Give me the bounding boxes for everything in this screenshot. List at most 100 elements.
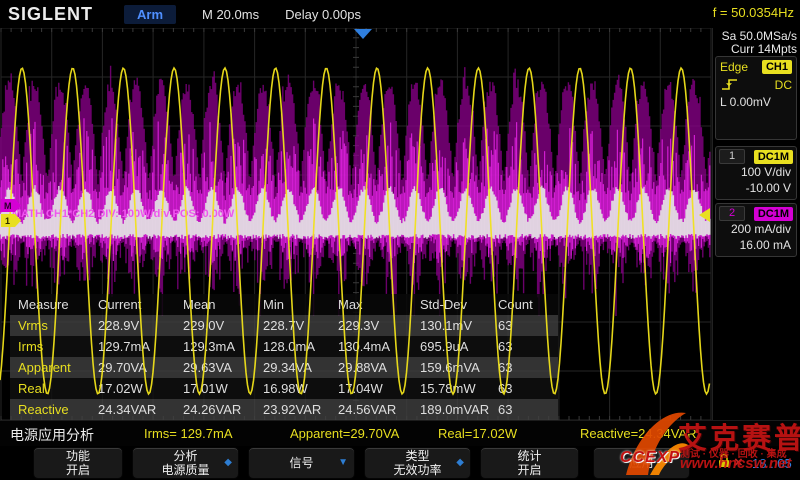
measure-value-cell: 130.1mV bbox=[412, 315, 490, 336]
measure-value-cell: 129.7mA bbox=[90, 336, 175, 357]
measure-value-cell: 228.7V bbox=[255, 315, 330, 336]
measure-value-cell: 129.3mA bbox=[175, 336, 255, 357]
status-bar: 电源应用分析 Irms= 129.7mA Apparent=29.70VA Real… bbox=[0, 420, 800, 447]
softkey-label: 类型 bbox=[405, 449, 429, 463]
table-row: Reactive24.34VAR24.26VAR23.92VAR24.56VAR… bbox=[10, 399, 558, 420]
channel-2-panel[interactable]: 2 DC1M200 mA/div16.00 mA bbox=[715, 203, 797, 257]
oscilloscope-screen: SIGLENT Arm M 20.0ms Delay 0.00ps f = 50… bbox=[0, 0, 800, 480]
measure-value-cell: 16.98W bbox=[255, 378, 330, 399]
measure-value-cell: 63 bbox=[490, 336, 558, 357]
table-row: Irms129.7mA129.3mA128.0mA130.4mA695.9uA6… bbox=[10, 336, 558, 357]
measure-value-cell: 130.4mA bbox=[330, 336, 412, 357]
table-row: MeasureCurrentMeanMinMaxStd-DevCount bbox=[10, 294, 558, 315]
acquisition-info: Sa 50.0MSa/s Curr 14Mpts bbox=[713, 30, 799, 56]
measure-name-cell: Irms bbox=[10, 336, 90, 357]
measure-value-cell: 189.0mVAR bbox=[412, 399, 490, 420]
measure-value-cell: 63 bbox=[490, 315, 558, 336]
trigger-frequency-readout: f = 50.0354Hz bbox=[713, 5, 794, 20]
softkey-button-6[interactable]: 应用 bbox=[593, 447, 690, 479]
measure-value-cell: 128.0mA bbox=[255, 336, 330, 357]
channel-offset: -10.00 V bbox=[716, 180, 796, 196]
measure-value-cell: 63 bbox=[490, 378, 558, 399]
measure-value-cell: 15.78mW bbox=[412, 378, 490, 399]
status-measurement: Apparent=29.70VA bbox=[290, 426, 399, 441]
coupling-badge[interactable]: DC1M bbox=[754, 207, 793, 221]
measure-value-cell: 17.04W bbox=[330, 378, 412, 399]
status-measurement: Irms= 129.7mA bbox=[144, 426, 233, 441]
softkey-button-3[interactable]: 信号 ▼ bbox=[248, 447, 355, 479]
measure-name-cell: Real bbox=[10, 378, 90, 399]
clock: 18 : 05 bbox=[752, 456, 792, 471]
measure-value-cell: 63 bbox=[490, 399, 558, 420]
status-measurement: Real=17.02W bbox=[438, 426, 517, 441]
softkey-label: 功能 bbox=[66, 449, 90, 463]
measurement-table: MeasureCurrentMeanMinMaxStd-DevCountVrms… bbox=[10, 294, 558, 420]
channel-1-panel[interactable]: 1DC1M100 V/div-10.00 V bbox=[715, 146, 797, 200]
selector-diamond-icon: ◆ bbox=[456, 456, 464, 470]
softkey-button-1[interactable]: 功能开启 bbox=[33, 447, 123, 479]
timebase-readout[interactable]: M 20.0ms bbox=[202, 7, 259, 22]
measure-value-cell: 29.88VA bbox=[330, 357, 412, 378]
softkey-button-4[interactable]: 类型无效功率◆ bbox=[364, 447, 471, 479]
softkey-label: 分析 bbox=[173, 449, 197, 463]
table-header-cell: Count bbox=[490, 294, 558, 315]
measure-name-cell: Vrms bbox=[10, 315, 90, 336]
softkey-label: 信号 bbox=[289, 456, 313, 470]
measure-value-cell: 229.0V bbox=[175, 315, 255, 336]
channel-number: 2 bbox=[719, 206, 745, 221]
app-title: 电源应用分析 bbox=[10, 425, 94, 445]
channel-number: 1 bbox=[719, 149, 745, 164]
table-header-cell: Std-Dev bbox=[412, 294, 490, 315]
measure-value-cell: 17.01W bbox=[175, 378, 255, 399]
softkey-menu-bar: 功能开启分析电源质量◆信号▼类型无效功率◆统计开启应用 bbox=[0, 446, 800, 480]
rising-edge-icon bbox=[720, 77, 740, 92]
measure-value-cell: 229.3V bbox=[330, 315, 412, 336]
table-header-cell: Measure bbox=[10, 294, 90, 315]
chevron-down-icon: ▼ bbox=[338, 456, 348, 470]
softkey-sublabel: 开启 bbox=[66, 463, 90, 477]
usb-disconnected-icon: × bbox=[734, 454, 743, 471]
measure-value-cell: 228.9V bbox=[90, 315, 175, 336]
brand-logo: SIGLENT bbox=[8, 4, 118, 25]
measure-value-cell: 29.70VA bbox=[90, 357, 175, 378]
table-header-cell: Current bbox=[90, 294, 175, 315]
table-row: Apparent29.70VA29.63VA29.34VA29.88VA159.… bbox=[10, 357, 558, 378]
measure-value-cell: 159.6mVA bbox=[412, 357, 490, 378]
measure-value-cell: 24.34VAR bbox=[90, 399, 175, 420]
measure-value-cell: 24.26VAR bbox=[175, 399, 255, 420]
run-state-badge[interactable]: Arm bbox=[124, 5, 176, 24]
measure-name-cell: Reactive bbox=[10, 399, 90, 420]
system-tray: × 18 : 05 bbox=[712, 452, 800, 478]
lock-icon bbox=[716, 452, 732, 470]
measure-value-cell: 29.63VA bbox=[175, 357, 255, 378]
table-row: Vrms228.9V229.0V228.7V229.3V130.1mV63 bbox=[10, 315, 558, 336]
softkey-sublabel: 开启 bbox=[517, 463, 541, 477]
measure-value-cell: 17.02W bbox=[90, 378, 175, 399]
right-sidebar: Sa 50.0MSa/s Curr 14Mpts Edge CH1 DC L 0… bbox=[712, 28, 800, 420]
channel-scale: 200 mA/div bbox=[716, 221, 796, 237]
softkey-sublabel: 电源质量 bbox=[161, 463, 209, 477]
memory-depth: Curr 14Mpts bbox=[713, 43, 797, 56]
table-header-cell: Mean bbox=[175, 294, 255, 315]
math-trace-label: MATH CH1*CH2 DIV: 100W/div POS: 0.00W bbox=[12, 208, 235, 220]
trigger-panel[interactable]: Edge CH1 DC L 0.00mV bbox=[715, 56, 797, 140]
measure-value-cell: 29.34VA bbox=[255, 357, 330, 378]
coupling-badge[interactable]: DC1M bbox=[754, 150, 793, 164]
table-header-cell: Max bbox=[330, 294, 412, 315]
trigger-level-readout: L 0.00mV bbox=[720, 95, 771, 109]
table-row: Real17.02W17.01W16.98W17.04W15.78mW63 bbox=[10, 378, 558, 399]
softkey-label: 应用 bbox=[629, 456, 653, 470]
softkey-label: 统计 bbox=[517, 449, 541, 463]
channel-offset: 16.00 mA bbox=[716, 237, 796, 253]
trigger-mode-label: Edge bbox=[720, 60, 748, 74]
status-measurement: Reactive=24.34VAR bbox=[580, 426, 696, 441]
measure-value-cell: 23.92VAR bbox=[255, 399, 330, 420]
table-header-cell: Min bbox=[255, 294, 330, 315]
measure-value-cell: 24.56VAR bbox=[330, 399, 412, 420]
selector-diamond-icon: ◆ bbox=[224, 456, 232, 470]
delay-readout[interactable]: Delay 0.00ps bbox=[285, 7, 361, 22]
trigger-source-badge[interactable]: CH1 bbox=[762, 60, 792, 74]
softkey-button-5[interactable]: 统计开启 bbox=[480, 447, 579, 479]
measure-name-cell: Apparent bbox=[10, 357, 90, 378]
softkey-button-2[interactable]: 分析电源质量 ◆ bbox=[132, 447, 239, 479]
